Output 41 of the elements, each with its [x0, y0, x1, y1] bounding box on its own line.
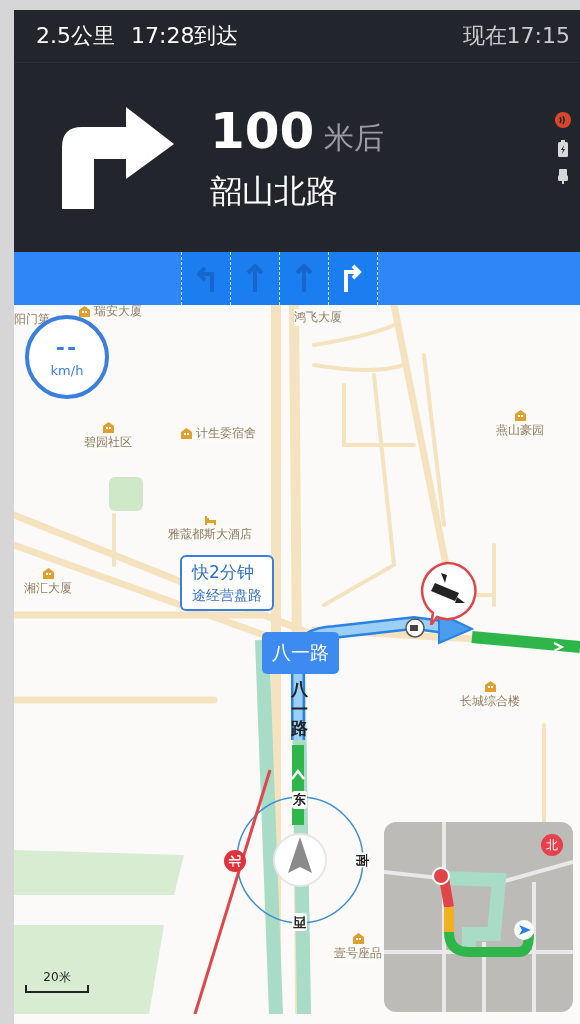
remaining-distance: 2.5公里: [36, 22, 115, 50]
building-icon: [483, 680, 497, 693]
place-label: 鸿飞大厦: [294, 309, 342, 326]
road-name-character: 路: [291, 719, 308, 739]
satellite-signal-icon: [554, 110, 572, 129]
place-label: 长城综合楼: [460, 693, 520, 710]
turn-right-arrow-icon: [62, 106, 174, 209]
time-saved-text: 快2分钟: [192, 561, 255, 584]
place-label: 计生委宿舍: [196, 425, 256, 442]
current-time: 现在17:15: [462, 22, 570, 50]
distance-unit: 米后: [324, 118, 385, 157]
compass-north-marker: 北: [224, 850, 246, 872]
building-icon: [101, 421, 115, 434]
road-name-character: 八: [291, 680, 308, 699]
road-sign: 八一路: [262, 632, 339, 674]
scale-label: 20米: [42, 969, 72, 986]
maneuver-distance: 100: [210, 101, 315, 160]
speed-unit: km/h: [50, 362, 84, 378]
building-icon: [513, 409, 527, 422]
place-label: 壹号座品: [334, 945, 382, 962]
next-road-name: 韶山北路: [210, 170, 339, 212]
compass-direction: 南: [352, 852, 371, 868]
road-name-character: 一: [291, 699, 308, 719]
compass-direction: 东: [292, 791, 307, 809]
overview-minimap[interactable]: 北: [384, 822, 573, 1012]
place-label: 碧园社区: [84, 434, 132, 451]
place-label: 雅蔻都斯大酒店: [168, 526, 252, 543]
place-label: 瑞安大厦: [94, 305, 142, 320]
building-icon: [41, 567, 55, 580]
place-label: 湘汇大厦: [24, 580, 72, 597]
scale-bar: [25, 985, 89, 993]
bed-icon: [203, 515, 217, 526]
minimap-north-marker: 北: [541, 834, 563, 856]
via-road-text: 途经营盘路: [192, 587, 262, 605]
building-icon: [180, 427, 193, 440]
speed-value: --: [55, 336, 79, 359]
place-label: 燕山豪园: [496, 422, 544, 439]
building-icon: [351, 932, 365, 945]
compass-direction: 西: [292, 913, 307, 931]
arrival-time: 17:28到达: [131, 22, 239, 50]
route-tip-bubble[interactable]: 快2分钟 途经营盘路: [180, 555, 274, 611]
